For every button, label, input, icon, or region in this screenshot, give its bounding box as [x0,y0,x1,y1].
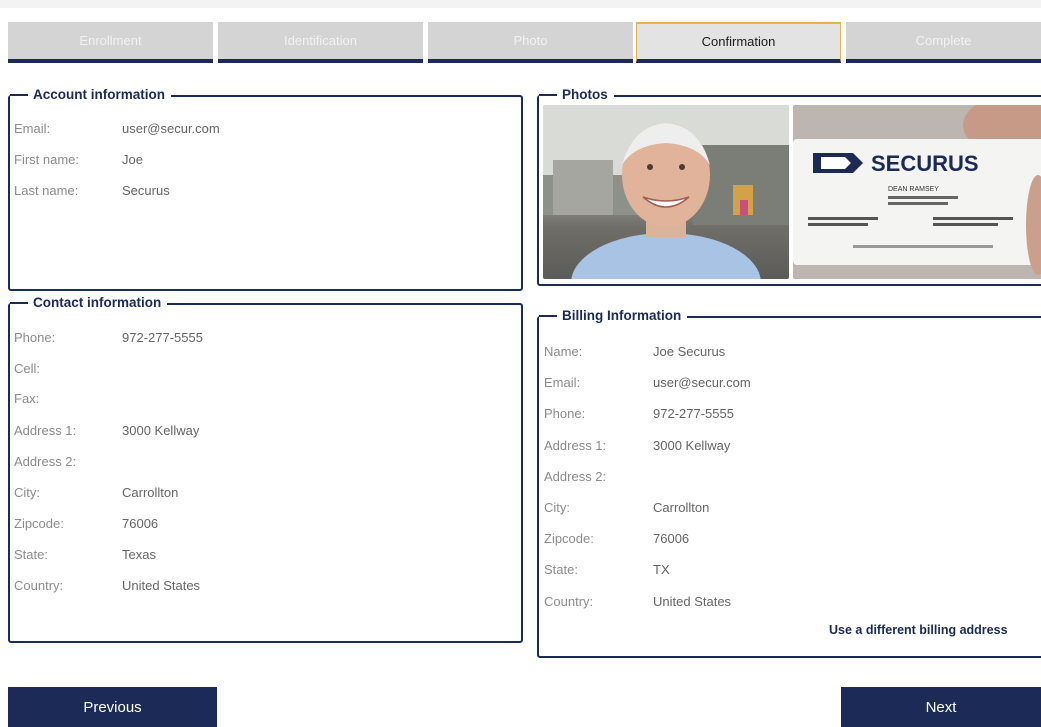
business-card-illustration: SECURUS DEAN RAMSEY [793,105,1041,279]
step-complete[interactable]: Complete [846,22,1041,63]
previous-button[interactable]: Previous [8,687,217,727]
billing-phone-label: Phone: [544,406,586,421]
step-confirmation[interactable]: Confirmation [636,22,841,63]
phone-value: 972-277-5555 [122,330,203,345]
wizard-steps: Enrollment Identification Photo Confirma… [8,22,1041,64]
cell-label: Cell: [14,361,41,376]
billing-name-value: Joe Securus [653,344,726,359]
state-value: Texas [122,547,156,562]
step-enrollment[interactable]: Enrollment [8,22,213,63]
next-button[interactable]: Next [841,687,1041,727]
billing-zipcode-label: Zipcode: [544,531,594,546]
country-label: Country: [14,578,64,593]
card-name-text: DEAN RAMSEY [888,186,939,193]
photos-legend: Photos [539,87,614,102]
address2-label: Address 2: [14,454,77,469]
billing-legend: Billing Information [539,308,688,323]
step-label: Enrollment [79,33,142,48]
last-name-value: Securus [122,183,170,198]
billing-city-value: Carrollton [653,500,710,515]
billing-address2-label: Address 2: [544,469,607,484]
billing-address1-value: 3000 Kellway [653,438,731,453]
account-legend: Account information [10,87,171,102]
zipcode-label: Zipcode: [14,516,64,531]
email-label: Email: [14,121,51,136]
user-photo [543,105,789,279]
city-value: Carrollton [122,485,179,500]
id-card-photo: SECURUS DEAN RAMSEY [793,105,1041,279]
last-name-label: Last name: [14,183,79,198]
first-name-value: Joe [122,152,143,167]
contact-information-panel: Contact information Phone: 972-277-5555 … [8,295,523,643]
billing-phone-value: 972-277-5555 [653,406,734,421]
billing-zipcode-value: 76006 [653,531,690,546]
address1-label: Address 1: [14,423,77,438]
contact-legend: Contact information [10,295,168,310]
billing-address1-label: Address 1: [544,438,607,453]
step-photo[interactable]: Photo [428,22,633,63]
step-identification[interactable]: Identification [218,22,423,63]
billing-country-value: United States [653,594,732,609]
card-brand-text: SECURUS [871,151,979,176]
first-name-label: First name: [14,152,80,167]
email-value: user@secur.com [122,121,220,136]
person-illustration [543,105,789,279]
billing-email-label: Email: [544,375,581,390]
billing-state-label: State: [544,562,578,577]
photos-panel: Photos SECURUS DEAN RAMSEY [537,87,1041,286]
fax-label: Fax: [14,391,40,406]
phone-label: Phone: [14,330,56,345]
billing-city-label: City: [544,500,570,515]
billing-country-label: Country: [544,594,594,609]
header-rule [0,0,1041,8]
zipcode-value: 76006 [122,516,159,531]
step-label: Complete [915,33,972,48]
step-label: Photo [513,33,548,48]
billing-information-panel: Billing Information Name: Joe Securus Em… [537,308,1041,658]
country-value: United States [122,578,201,593]
different-billing-address-link[interactable]: Use a different billing address [829,623,1008,637]
step-label: Identification [284,33,357,48]
billing-state-value: TX [653,562,670,577]
city-label: City: [14,485,40,500]
state-label: State: [14,547,48,562]
billing-email-value: user@secur.com [653,375,751,390]
address1-value: 3000 Kellway [122,423,200,438]
billing-name-label: Name: [544,344,583,359]
step-label: Confirmation [701,34,776,49]
account-information-panel: Account information Email: user@secur.co… [8,87,523,291]
